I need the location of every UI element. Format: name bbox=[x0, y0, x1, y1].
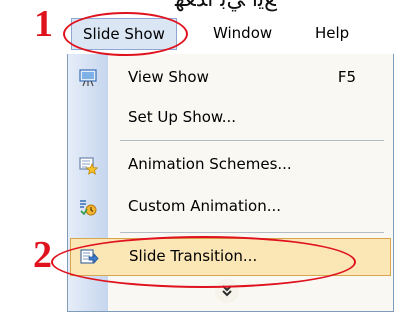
step-number-2: 2 bbox=[33, 234, 52, 276]
menu-item-label: Custom Animation... bbox=[128, 197, 282, 215]
menu-item-view-show[interactable]: View Show F5 bbox=[68, 59, 393, 97]
page-heading-fragment: ﻊﻳﺍ ﻲﺑ ﺍﺪﻌﻬ bbox=[175, 0, 276, 12]
menu-item-label: Animation Schemes... bbox=[128, 155, 292, 173]
menu-item-set-up-show[interactable]: Set Up Show... bbox=[68, 99, 393, 137]
menu-item-custom-animation[interactable]: Custom Animation... bbox=[68, 188, 393, 226]
callout-circle-step-1 bbox=[63, 12, 188, 56]
animation-schemes-icon bbox=[78, 155, 99, 175]
menu-item-shortcut: F5 bbox=[337, 68, 356, 86]
custom-animation-icon bbox=[78, 197, 98, 217]
menu-separator bbox=[120, 140, 384, 141]
menu-item-label: Set Up Show... bbox=[128, 108, 237, 126]
menu-separator bbox=[120, 232, 384, 233]
step-number-1: 1 bbox=[34, 3, 53, 45]
callout-circle-step-2 bbox=[51, 236, 356, 288]
menu-help[interactable]: Help bbox=[315, 18, 349, 48]
menu-item-animation-schemes[interactable]: Animation Schemes... bbox=[68, 146, 393, 184]
menu-window[interactable]: Window bbox=[213, 18, 272, 48]
menu-item-label: View Show bbox=[128, 68, 209, 86]
view-show-icon bbox=[78, 68, 98, 88]
